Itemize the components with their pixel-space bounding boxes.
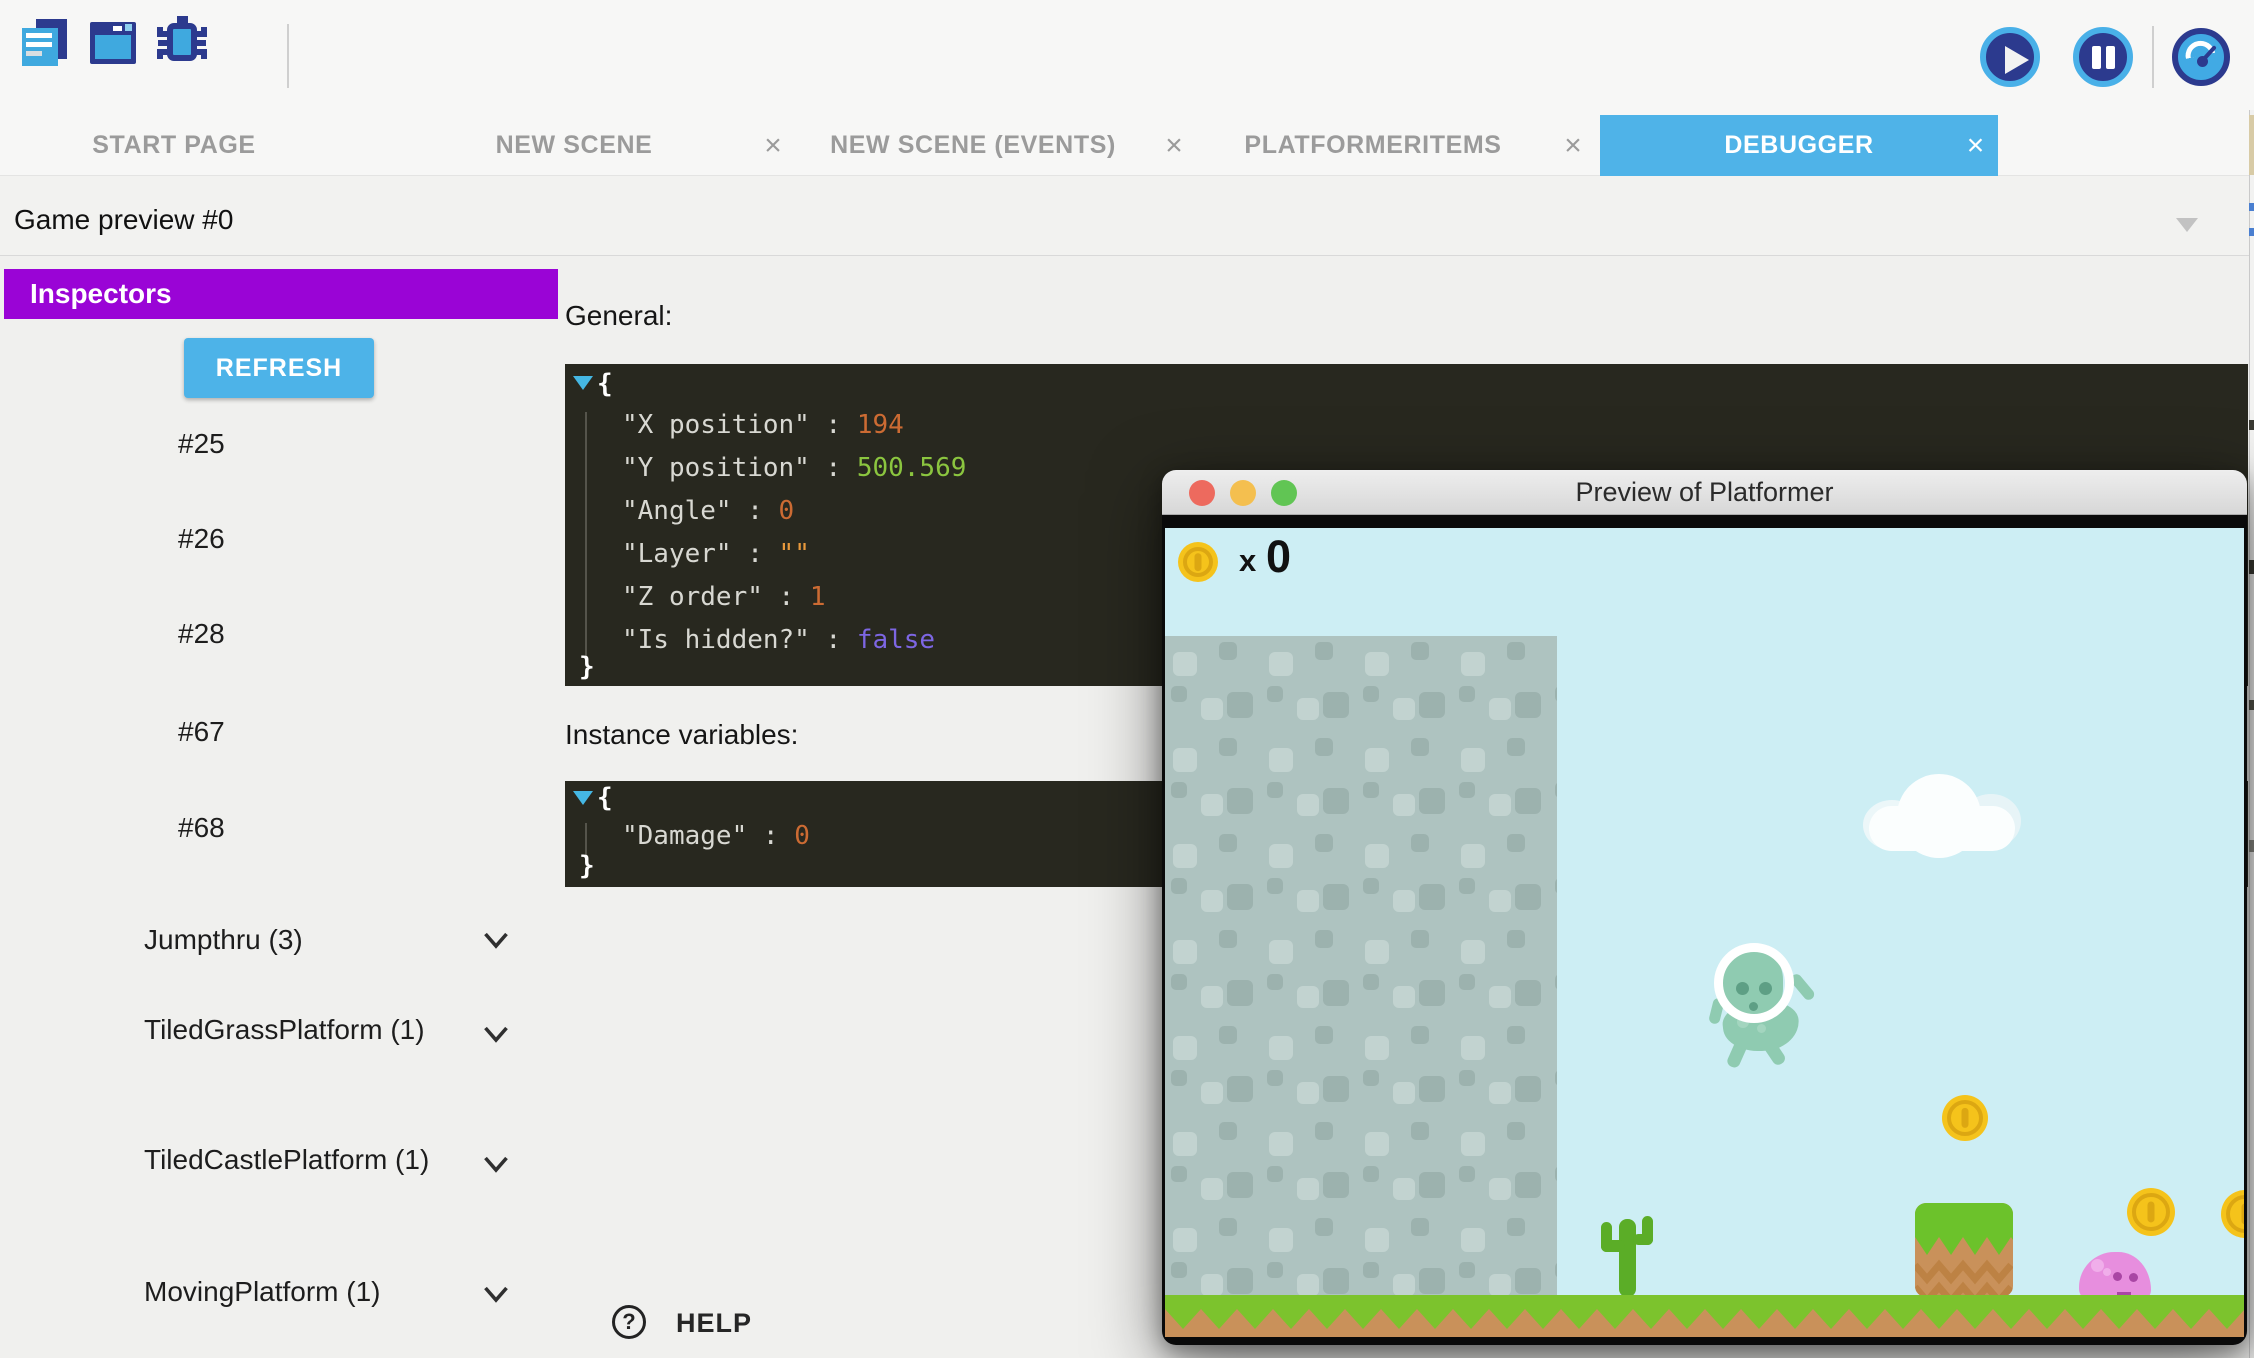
tab-debugger-active[interactable]: DEBUGGER bbox=[1600, 115, 1998, 176]
hud-multiplier: x bbox=[1239, 543, 1256, 579]
toolbar-divider bbox=[287, 24, 289, 88]
close-tab-platformeritems[interactable]: × bbox=[1553, 115, 1593, 176]
main-toolbar bbox=[0, 0, 2254, 115]
coin bbox=[2127, 1188, 2175, 1236]
inspectors-header[interactable]: Inspectors bbox=[4, 269, 558, 319]
instance-item-67[interactable]: #67 bbox=[178, 716, 398, 750]
instance-variables-section-label: Instance variables: bbox=[565, 719, 798, 751]
help-icon[interactable]: ? bbox=[612, 1305, 646, 1339]
new-scene-icon[interactable] bbox=[84, 14, 142, 72]
json-line: "Damage" : 0 bbox=[622, 821, 810, 864]
general-section-label: General: bbox=[565, 300, 672, 332]
json-line: "Layer" : "" bbox=[622, 539, 810, 582]
collapse-triangle-icon[interactable] bbox=[573, 791, 593, 805]
help-button[interactable]: HELP bbox=[676, 1308, 752, 1339]
collapse-triangle-icon[interactable] bbox=[573, 376, 593, 390]
group-tiledcastleplatform[interactable]: TiledCastlePlatform (1) bbox=[144, 1142, 489, 1177]
alien-eye bbox=[1759, 982, 1772, 995]
hud-coin-icon bbox=[1178, 542, 1218, 582]
tab-platformeritems[interactable]: PLATFORMERITEMS bbox=[1213, 115, 1533, 176]
game-viewport[interactable]: x 0 bbox=[1165, 528, 2244, 1337]
refresh-button[interactable]: REFRESH bbox=[184, 338, 374, 398]
group-tiledgrassplatform[interactable]: TiledGrassPlatform (1) bbox=[144, 1012, 489, 1047]
platform-block bbox=[1915, 1203, 2013, 1297]
instance-item-28[interactable]: #28 bbox=[178, 618, 398, 652]
group-jumpthru[interactable]: Jumpthru (3) bbox=[144, 922, 489, 957]
gdevelop-debugger-screen: START PAGE NEW SCENE × NEW SCENE (EVENTS… bbox=[0, 0, 2254, 1358]
background-panel-edge bbox=[2249, 110, 2254, 1358]
chevron-down-icon[interactable] bbox=[478, 1276, 514, 1312]
chevron-down-icon[interactable] bbox=[2176, 218, 2198, 232]
coin bbox=[2221, 1190, 2244, 1238]
preview-selector-label: Game preview #0 bbox=[14, 204, 233, 236]
alien-eye bbox=[1736, 982, 1749, 995]
chevron-down-icon[interactable] bbox=[478, 1146, 514, 1182]
tab-start-page[interactable]: START PAGE bbox=[14, 115, 334, 176]
play-icon bbox=[2005, 46, 2029, 74]
close-tab-new-scene[interactable]: × bbox=[753, 115, 793, 176]
ground-zigzag bbox=[1165, 1309, 2244, 1331]
toolbar-divider bbox=[2152, 26, 2154, 88]
debug-icon[interactable] bbox=[152, 12, 212, 72]
pause-icon bbox=[2092, 46, 2101, 69]
ground-grass bbox=[1165, 1295, 2244, 1309]
preview-window[interactable]: Preview of Platformer bbox=[1162, 470, 2247, 1345]
tab-new-scene[interactable]: NEW SCENE bbox=[414, 115, 734, 176]
tab-new-scene-events[interactable]: NEW SCENE (EVENTS) bbox=[813, 115, 1133, 176]
inspectors-header-label: Inspectors bbox=[30, 278, 172, 310]
cactus-trunk bbox=[1619, 1219, 1636, 1297]
close-tab-debugger[interactable]: × bbox=[1948, 115, 2003, 176]
indent-guide bbox=[585, 412, 587, 658]
play-button[interactable] bbox=[1980, 27, 2040, 87]
blob-enemy bbox=[2079, 1252, 2151, 1300]
json-line: "Y position" : 500.569 bbox=[622, 453, 966, 496]
coin bbox=[1942, 1095, 1988, 1141]
instance-item-26[interactable]: #26 bbox=[178, 523, 398, 557]
alien-mouth bbox=[1749, 1002, 1758, 1011]
chevron-down-icon[interactable] bbox=[478, 922, 514, 958]
preview-selector-row[interactable] bbox=[0, 176, 2254, 256]
hud-coin-count: 0 bbox=[1266, 531, 1291, 583]
preview-window-title: Preview of Platformer bbox=[1162, 477, 2247, 508]
cloud bbox=[1863, 770, 2021, 851]
instance-item-25[interactable]: #25 bbox=[178, 428, 398, 462]
alien-helmet-ring bbox=[1714, 943, 1794, 1023]
instance-item-68[interactable]: #68 bbox=[178, 812, 398, 846]
json-line: "X position" : 194 bbox=[622, 410, 904, 453]
json-line: "Is hidden?" : false bbox=[622, 625, 935, 668]
json-line: "Z order" : 1 bbox=[622, 582, 826, 625]
chevron-down-icon[interactable] bbox=[478, 1016, 514, 1052]
ground-dirt bbox=[1165, 1331, 2244, 1337]
castle-wall bbox=[1165, 636, 1557, 1295]
preview-window-titlebar[interactable]: Preview of Platformer bbox=[1162, 470, 2247, 515]
json-line: "Angle" : 0 bbox=[622, 496, 794, 539]
speed-gauge-button[interactable] bbox=[2172, 28, 2230, 86]
pause-button[interactable] bbox=[2073, 27, 2133, 87]
group-movingplatform[interactable]: MovingPlatform (1) bbox=[144, 1274, 489, 1309]
project-manager-icon[interactable] bbox=[14, 14, 72, 72]
close-tab-new-scene-events[interactable]: × bbox=[1154, 115, 1194, 176]
